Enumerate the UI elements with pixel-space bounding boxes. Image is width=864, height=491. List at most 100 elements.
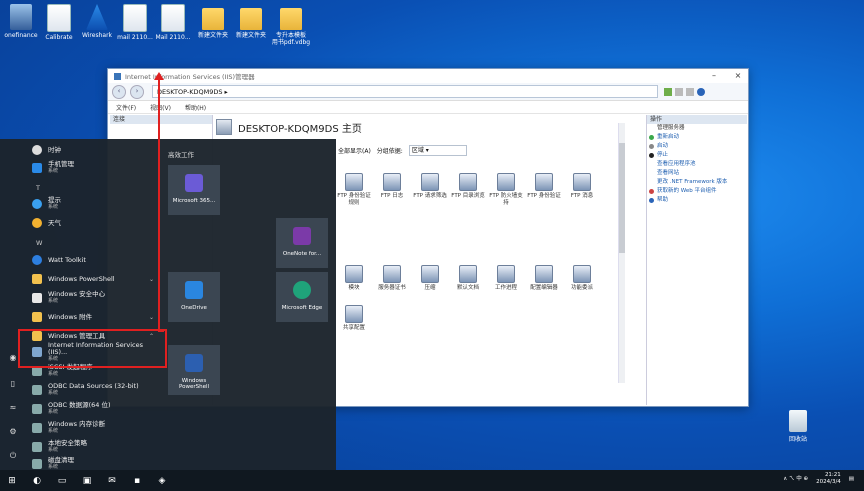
- app-label: Windows PowerShell: [48, 274, 115, 283]
- feature-icon[interactable]: FTP 消息: [564, 173, 600, 200]
- file-explorer-icon[interactable]: ▭: [54, 473, 70, 489]
- start-button[interactable]: ⊞: [4, 473, 20, 489]
- tile-onenote[interactable]: OneNote for...: [276, 218, 328, 268]
- desktop-icon[interactable]: 专升本模板 用书pdf.vdbg: [270, 4, 312, 46]
- app-icon: [10, 4, 32, 30]
- app-windows-security[interactable]: Windows 安全中心 系统: [32, 290, 160, 306]
- refresh-icon[interactable]: [664, 87, 672, 96]
- feature-icon[interactable]: FTP 目录浏览: [450, 173, 486, 200]
- app-phone-manager[interactable]: 手机管理 系统: [32, 160, 160, 176]
- desktop-icon-label: mail 2110...: [117, 34, 153, 41]
- show-all-button[interactable]: 全部显示(A): [338, 146, 371, 155]
- features-scrollbar[interactable]: [618, 123, 625, 383]
- document-icon[interactable]: ▯: [8, 379, 18, 389]
- action-restart[interactable]: 重新启动: [647, 133, 747, 142]
- file-icon: [47, 4, 71, 32]
- feature-label: 模块: [348, 285, 360, 291]
- edge-taskbar-icon[interactable]: ◐: [29, 473, 45, 489]
- app-odbc-32[interactable]: ODBC Data Sources (32-bit) 系统: [32, 382, 160, 398]
- feature-icon[interactable]: 默认文档: [450, 265, 486, 292]
- menu-file[interactable]: 文件(F): [116, 103, 136, 112]
- feature-icon[interactable]: 工作进程: [488, 265, 524, 292]
- feature-icon[interactable]: FTP 身份验证规则: [336, 173, 372, 206]
- feature-label: FTP 身份验证规则: [337, 193, 371, 206]
- feature-label: 配置编辑器: [530, 285, 558, 291]
- ftp-message-icon: [573, 173, 591, 191]
- user-icon[interactable]: ◉: [8, 353, 18, 363]
- feature-icon[interactable]: 配置编辑器: [526, 265, 562, 292]
- tile-edge[interactable]: Microsoft Edge: [276, 272, 328, 322]
- app-watt-toolkit[interactable]: Watt Toolkit: [32, 252, 160, 268]
- group-value: 区域: [411, 147, 424, 154]
- folder-windows-accessories[interactable]: Windows 附件 ⌄: [32, 309, 160, 325]
- app-tips[interactable]: 提示 系统: [32, 196, 160, 212]
- clock[interactable]: 21:21 2024/3/4: [816, 472, 841, 486]
- feature-icon[interactable]: 共享配置: [336, 305, 372, 332]
- app-memory-diagnostic[interactable]: Windows 内存诊断 系统: [32, 420, 160, 436]
- feature-icon[interactable]: FTP 身份验证: [526, 173, 562, 200]
- feature-icon[interactable]: FTP 防火墙支持: [488, 173, 524, 206]
- restart-icon: [649, 135, 654, 140]
- desktop-icon[interactable]: mail 2110...: [114, 4, 156, 41]
- action-stop[interactable]: 停止: [647, 151, 747, 160]
- m365-icon: [185, 174, 203, 192]
- app-weather[interactable]: 天气: [32, 215, 160, 231]
- action-help[interactable]: 帮助: [647, 196, 747, 205]
- tray-icons[interactable]: ∧ ㄟ 中 ⊕: [783, 476, 808, 483]
- feature-delegation-icon: [573, 265, 591, 283]
- store-icon[interactable]: ▣: [79, 473, 95, 489]
- action-view-sites[interactable]: 查看网站: [647, 169, 747, 178]
- notification-icon[interactable]: ▤: [849, 476, 854, 483]
- tile-powershell[interactable]: Windows PowerShell: [168, 345, 220, 395]
- power-icon[interactable]: ⏻: [8, 451, 18, 461]
- desktop-icon[interactable]: 新建文件夹: [230, 4, 272, 39]
- terminal-icon[interactable]: ▪: [129, 473, 145, 489]
- app-sub: 系统: [48, 390, 59, 396]
- folder-windows-powershell[interactable]: Windows PowerShell ⌄: [32, 271, 160, 287]
- feature-icon[interactable]: FTP 请求筛选: [412, 173, 448, 200]
- home-icon[interactable]: [686, 87, 694, 96]
- app-odbc-64[interactable]: ODBC 数据源(64 位) 系统: [32, 401, 160, 417]
- feature-icon[interactable]: 功能委派: [564, 265, 600, 292]
- back-button[interactable]: ‹: [112, 84, 126, 99]
- recycle-bin[interactable]: 回收站: [784, 410, 812, 443]
- close-button[interactable]: ×: [732, 71, 744, 80]
- action-view-app-pools[interactable]: 查看应用程序池: [647, 160, 747, 169]
- desktop-icon[interactable]: onefinance: [0, 4, 42, 39]
- action-start[interactable]: 启动: [647, 142, 747, 151]
- scrollbar-thumb[interactable]: [619, 143, 625, 253]
- app-clock[interactable]: 时钟: [32, 142, 160, 158]
- menu-view[interactable]: 视图(V): [150, 103, 171, 112]
- onenote-icon: [293, 227, 311, 245]
- mail-icon[interactable]: ✉: [104, 473, 120, 489]
- feature-icon[interactable]: 模块: [336, 265, 372, 292]
- iis-taskbar-icon[interactable]: ◈: [154, 473, 170, 489]
- forward-button[interactable]: ›: [130, 84, 144, 99]
- action-change-framework[interactable]: 更改 .NET Framework 版本: [647, 178, 747, 187]
- desktop-icon[interactable]: Mail 2110...: [152, 4, 194, 41]
- feature-icon[interactable]: 服务器证书: [374, 265, 410, 292]
- app-local-security-policy[interactable]: 本地安全策略 系统: [32, 439, 160, 455]
- tile-microsoft-365[interactable]: Microsoft 365...: [168, 165, 220, 215]
- desktop-icon[interactable]: 新建文件夹: [192, 4, 234, 39]
- letter-header[interactable]: W: [36, 239, 42, 247]
- settings-icon[interactable]: ⚙: [8, 427, 18, 437]
- group-by-select[interactable]: 区域 ▾: [408, 145, 467, 156]
- feature-icon[interactable]: 压缩: [412, 265, 448, 292]
- letter-header[interactable]: T: [36, 184, 40, 192]
- minimize-button[interactable]: –: [708, 71, 720, 80]
- desktop-icon[interactable]: Calibrate: [38, 4, 80, 41]
- stop-icon[interactable]: [675, 87, 683, 96]
- tile-onedrive[interactable]: OneDrive: [168, 272, 220, 322]
- action-get-web-platform[interactable]: 获取新的 Web 平台组件: [647, 187, 747, 196]
- help-icon[interactable]: [697, 87, 705, 96]
- feature-icon[interactable]: FTP 日志: [374, 173, 410, 200]
- address-field[interactable]: DESKTOP-KDQM9DS ▸: [152, 85, 658, 98]
- menu-help[interactable]: 帮助(H): [185, 103, 206, 112]
- desktop-icon-label: onefinance: [4, 32, 38, 39]
- desktop-icon[interactable]: Wireshark: [76, 4, 118, 39]
- feature-label: FTP 日志: [380, 193, 404, 199]
- powershell-icon: [185, 354, 203, 372]
- pictures-icon[interactable]: ≈: [8, 403, 18, 413]
- ftp-request-filter-icon: [421, 173, 439, 191]
